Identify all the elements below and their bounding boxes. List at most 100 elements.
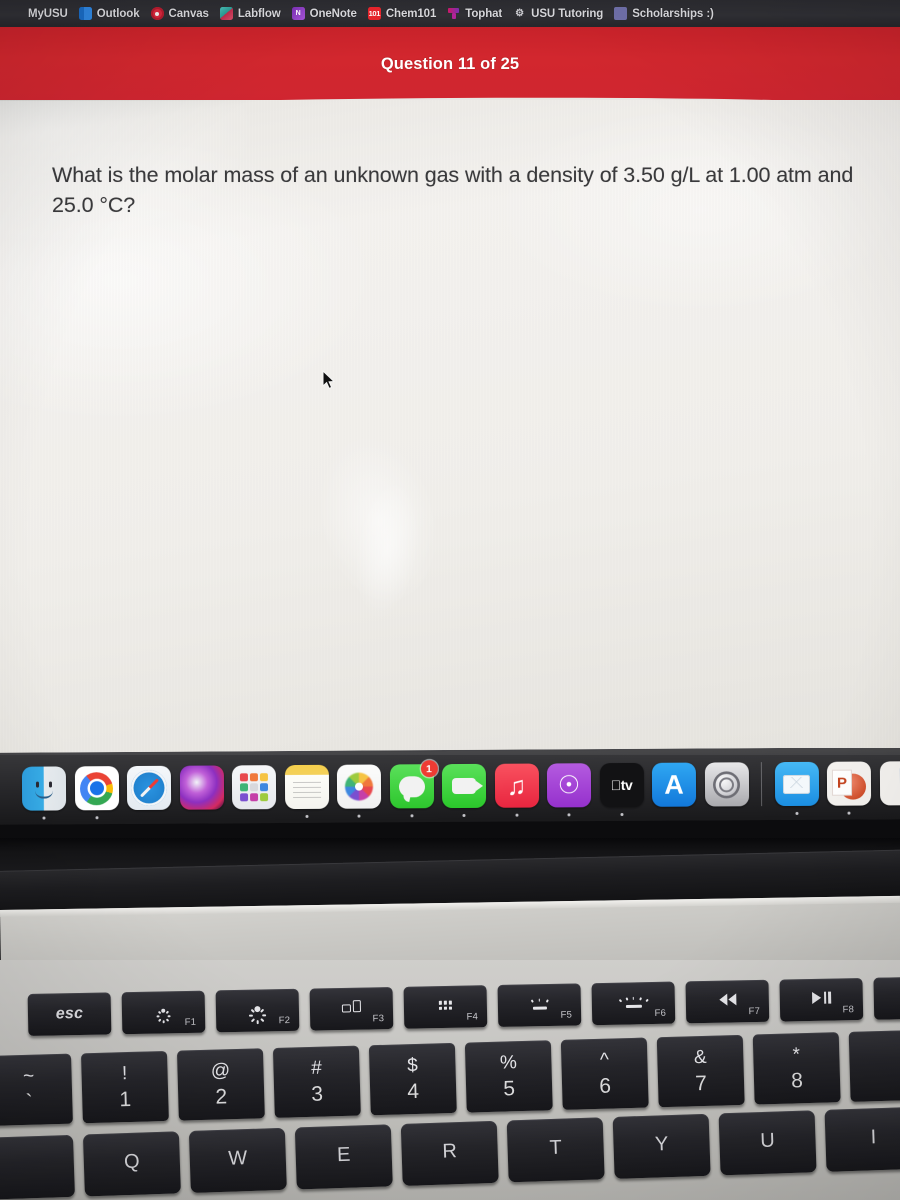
dock-item-photos[interactable] — [336, 764, 382, 818]
dock-item-apple-tv[interactable]: tv — [599, 762, 644, 817]
key-t[interactable]: T — [506, 1117, 605, 1183]
running-indicator — [847, 811, 851, 815]
key-9[interactable] — [848, 1029, 900, 1102]
bookmark-label: Outlook — [96, 7, 140, 20]
dock-item-safari[interactable] — [126, 765, 172, 811]
dock-item-mail[interactable] — [774, 761, 819, 815]
dock-item-powerpoint[interactable]: P — [826, 761, 872, 815]
dock-item-facetime[interactable] — [441, 763, 487, 817]
key-4[interactable]: $ 4 — [368, 1042, 457, 1116]
dock-item-music[interactable]: ♫ — [494, 763, 539, 817]
bookmark-label: Scholarships :) — [632, 7, 714, 20]
bookmark-scholarships[interactable]: Scholarships :) — [614, 7, 714, 20]
play-pause-icon — [811, 991, 832, 1005]
dock-item-messages[interactable]: 1 — [389, 760, 438, 818]
labflow-icon — [219, 7, 233, 20]
brightness-down-icon — [156, 1003, 171, 1024]
key-f3-mission-control[interactable]: F3 — [309, 986, 394, 1031]
mission-control-icon — [341, 1000, 361, 1013]
photos-center-icon — [354, 782, 364, 791]
key-7[interactable]: & 7 — [656, 1034, 745, 1108]
messages-badge: 1 — [420, 760, 438, 778]
quiz-header-bar: Question 11 of 25 — [0, 27, 900, 105]
question-counter: Question 11 of 25 — [380, 55, 520, 73]
dock-item-finder[interactable] — [21, 766, 67, 820]
key-f4-launchpad[interactable]: F4 — [403, 985, 488, 1029]
key-3[interactable]: # 3 — [272, 1045, 361, 1118]
scholarships-icon — [614, 7, 628, 20]
bookmark-labflow[interactable]: Labflow — [219, 7, 281, 20]
key-f8-play-pause[interactable]: F8 — [779, 977, 864, 1022]
bookmark-usu-tutoring[interactable]: ⚙ USU Tutoring — [513, 7, 603, 20]
key-q[interactable]: Q — [82, 1131, 181, 1197]
key-tab[interactable] — [0, 1134, 75, 1200]
key-shift-label: $ — [406, 1054, 419, 1077]
key-fn-label: F6 — [654, 1007, 667, 1019]
key-f1-brightness-down[interactable]: F1 — [121, 990, 206, 1035]
brightness-up-icon — [248, 1001, 267, 1024]
key-6[interactable]: ^ 6 — [560, 1037, 649, 1110]
key-i[interactable]: I — [824, 1106, 900, 1172]
key-label: T — [549, 1136, 563, 1160]
dock-item-system-settings[interactable] — [704, 762, 749, 807]
key-esc[interactable]: esc — [27, 992, 112, 1036]
key-5[interactable]: % 5 — [464, 1040, 553, 1113]
browser-bookmark-bar: MyUSU Outlook Canvas Labflow N OneNote 1… — [0, 0, 900, 27]
chrome-center-icon — [89, 781, 104, 796]
bookmark-canvas[interactable]: Canvas — [150, 7, 209, 20]
dock-item-podcasts[interactable]: ☉ — [546, 763, 592, 817]
key-label: W — [227, 1147, 248, 1170]
bookmark-myusu[interactable]: MyUSU — [28, 8, 68, 20]
key-label: Q — [123, 1150, 140, 1174]
key-y[interactable]: Y — [612, 1113, 711, 1179]
key-base-label: 4 — [407, 1079, 420, 1104]
dock-item-google-chrome[interactable] — [74, 766, 119, 820]
key-e[interactable]: E — [294, 1124, 393, 1190]
screen-glare-center — [298, 418, 458, 622]
dock-item-notes[interactable] — [284, 764, 329, 818]
dock-item-word[interactable]: W — [879, 761, 900, 815]
bookmark-label: Canvas — [168, 7, 209, 20]
quiz-content-area: What is the molar mass of an unknown gas… — [0, 100, 900, 755]
message-bubble-icon — [398, 775, 425, 797]
key-1[interactable]: ! 1 — [80, 1050, 169, 1124]
key-shift-label: # — [310, 1057, 323, 1079]
onenote-icon: N — [291, 7, 305, 20]
bookmark-label: USU Tutoring — [531, 7, 604, 20]
key-fn-label: F3 — [372, 1013, 385, 1025]
key-f2-brightness-up[interactable]: F2 — [215, 988, 300, 1033]
key-f6-keyboard-backlight-up[interactable]: F6 — [591, 981, 676, 1026]
key-f5-keyboard-backlight-down[interactable]: F5 — [497, 983, 582, 1027]
bookmark-label: Labflow — [237, 7, 281, 20]
key-f7-rewind[interactable]: F7 — [685, 979, 770, 1024]
key-backtick[interactable]: ~ ` — [0, 1053, 73, 1126]
bookmark-chem101[interactable]: 101 Chem101 — [367, 7, 436, 20]
finder-smile-icon — [35, 790, 54, 799]
tophat-icon — [447, 7, 460, 20]
bookmark-label: MyUSU — [28, 7, 68, 20]
running-indicator — [619, 812, 624, 817]
key-base-label: 2 — [215, 1085, 228, 1109]
dock-item-app-store[interactable]: A — [651, 762, 697, 807]
dock-item-launchpad[interactable] — [231, 765, 277, 810]
launchpad-grid-icon — [239, 773, 269, 802]
dock-items-row: 1 ♫ ☉ tv A — [21, 752, 900, 820]
key-label: esc — [55, 1004, 84, 1023]
key-f9[interactable] — [873, 976, 900, 1020]
key-w[interactable]: W — [188, 1127, 287, 1193]
bookmark-tophat[interactable]: Tophat — [447, 7, 502, 20]
key-u[interactable]: U — [718, 1110, 817, 1176]
key-r[interactable]: R — [400, 1120, 499, 1186]
powerpoint-letter-icon: P — [832, 770, 852, 795]
key-fn-label: F4 — [466, 1011, 479, 1023]
bookmark-outlook[interactable]: Outlook — [78, 7, 140, 20]
mouse-cursor-icon — [322, 370, 336, 390]
dock-item-siri[interactable] — [179, 765, 224, 810]
macos-dock: 1 ♫ ☉ tv A — [0, 748, 900, 840]
key-shift-label: ! — [121, 1063, 128, 1085]
key-8[interactable]: * 8 — [752, 1032, 841, 1105]
key-base-label: 5 — [502, 1077, 516, 1101]
key-2[interactable]: @ 2 — [176, 1048, 265, 1121]
key-label: Y — [654, 1133, 669, 1156]
bookmark-onenote[interactable]: N OneNote — [291, 7, 357, 20]
